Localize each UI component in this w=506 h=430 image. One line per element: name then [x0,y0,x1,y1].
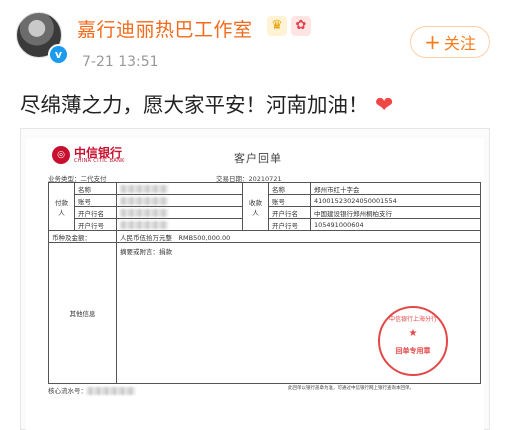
payer-bank [116,206,243,219]
receipt-stamp: 中信银行上海分行 ★ 回单专用章 [378,306,448,376]
author-name[interactable]: 嘉行迪丽热巴工作室 [77,15,253,42]
table-row: 付款人 名称 收款人 名称 郑州市红十字会 [48,182,481,231]
cell-label: 开户行名 [268,206,311,219]
payee-name: 郑州市红十字会 [310,182,481,195]
bank-name-en: CHINA CITIC BANK [74,158,125,164]
payee-label: 收款人 [242,182,269,231]
payee-account: 41001523024050001554 [310,194,481,207]
amount-value: 人民币伍拾万元整 RMB500,000.00 [116,230,481,243]
cell-label: 名称 [268,182,311,195]
crown-badge-icon[interactable]: ♛ [267,16,287,36]
cell-label: 账号 [74,194,117,207]
serial-number: 核心流水号： [48,385,135,395]
post-text: 尽绵薄之力，愿大家平安！河南加油！ ❤ [20,88,393,118]
stamp-center-text: 回单专用章 [395,347,431,355]
payer-account [116,194,243,207]
follow-label: 关注 [443,34,476,53]
bank-logo-icon: ◎ [52,146,70,164]
stamp-ring-text: 中信银行上海分行 [388,316,437,323]
receipt-title: 客户回单 [234,152,282,165]
cell-label: 账号 [268,194,311,207]
other-info-label: 其他信息 [48,242,117,384]
table-row: 币种及金额： 人民币伍拾万元整 RMB500,000.00 [48,230,481,243]
ribbon-badge-icon[interactable]: ✿ [291,16,311,36]
footer-note: 此回单以银行盖章为准，可通过中信银行网上银行查询本回单。 [288,386,414,391]
cell-label: 开户行号 [74,218,117,231]
post-timestamp[interactable]: 7-21 13:51 [82,54,159,70]
payer-bank-no [116,218,243,231]
payer-name [116,182,243,195]
cell-label: 名称 [74,182,117,195]
cell-label: 开户行号 [268,218,311,231]
amount-label: 币种及金额： [48,230,117,243]
cell-label: 开户行名 [74,206,117,219]
post-body: 尽绵薄之力，愿大家平安！河南加油！ [20,93,369,117]
stamp-star-icon: ★ [408,328,418,339]
receipt-image: ◎ 中信银行 CHINA CITIC BANK 客户回单 业务类型：二代支付 交… [26,138,484,430]
verified-icon: v [48,44,69,65]
heart-icon: ❤ [375,93,394,118]
follow-button[interactable]: + 关注 [410,26,490,58]
plus-icon: + [424,30,441,54]
payee-bank-no: 105491000604 [310,218,481,231]
payee-bank: 中国建设银行郑州桐柏支行 [310,206,481,219]
payer-label: 付款人 [48,182,75,231]
